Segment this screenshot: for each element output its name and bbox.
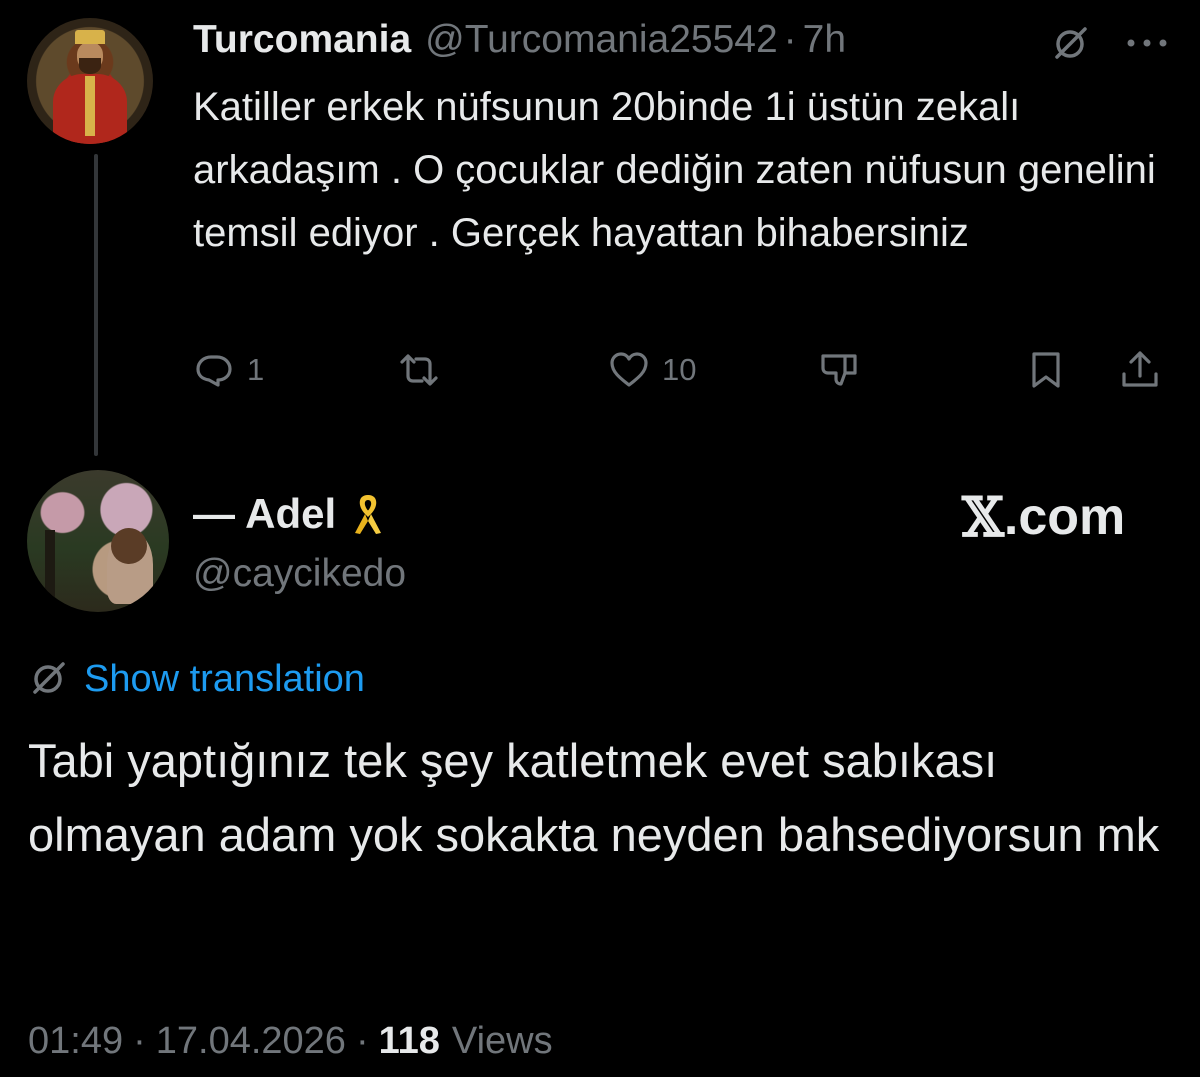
show-translation-link[interactable]: Show translation (84, 658, 365, 701)
yellow-ribbon-icon (355, 495, 382, 534)
meta-separator: · (355, 1019, 369, 1062)
reply-display-name[interactable]: — Adel (193, 490, 336, 538)
post-date[interactable]: 17.04.2026 (156, 1020, 346, 1063)
header-separator: · (783, 18, 797, 61)
parent-timestamp[interactable]: 7h (803, 18, 846, 62)
parent-tweet-text: Katiller erkek nüfsunun 20binde 1i üstün… (193, 85, 1156, 255)
reply-handle[interactable]: @caycikedo (193, 552, 406, 596)
parent-action-bar: 1 10 (193, 342, 1173, 398)
like-count: 10 (662, 352, 697, 387)
parent-handle[interactable]: @Turcomania25542 (425, 18, 778, 62)
bookmark-button[interactable] (1025, 342, 1067, 398)
repost-button[interactable] (398, 342, 452, 398)
reply-tweet-text: Tabi yaptığınız tek şey katletmek evet s… (28, 734, 1160, 861)
x-logo-icon: 𝕏 (962, 485, 1004, 549)
views-count[interactable]: 118 (379, 1020, 440, 1063)
parent-display-name[interactable]: Turcomania (193, 18, 411, 62)
reply-meta: 01:49 · 17.04.2026 · 118 Views (28, 1016, 553, 1066)
reply-count: 1 (247, 352, 265, 387)
grok-icon[interactable] (1050, 24, 1090, 64)
more-options-icon[interactable] (1124, 32, 1170, 54)
x-com-watermark: 𝕏 .com (962, 485, 1125, 549)
thread-connector-line (94, 154, 98, 456)
share-icon (1122, 351, 1158, 387)
repost-icon (400, 354, 438, 386)
turcomania-avatar[interactable] (27, 18, 153, 144)
views-label: Views (451, 1019, 553, 1062)
translate-icon (33, 662, 65, 694)
watermark-domain: .com (1003, 488, 1126, 546)
like-button[interactable]: 10 (608, 342, 696, 398)
post-time[interactable]: 01:49 (28, 1020, 123, 1063)
bookmark-icon (1032, 352, 1060, 388)
share-button[interactable] (1119, 342, 1161, 398)
reply-button[interactable]: 1 (193, 342, 264, 398)
translation-row: Show translation (28, 654, 365, 704)
dislike-button[interactable] (818, 342, 860, 398)
tweet-thread: Turcomania @Turcomania25542 · 7h Katille… (0, 0, 1200, 1077)
meta-separator: · (133, 1019, 146, 1062)
reply-icon (196, 355, 232, 387)
heart-icon (610, 352, 648, 387)
adel-avatar[interactable] (27, 470, 169, 612)
reply-display-name-row: — Adel (193, 488, 386, 540)
thumbs-down-icon (821, 354, 857, 386)
parent-tweet-header: Turcomania @Turcomania25542 · 7h (193, 18, 846, 62)
